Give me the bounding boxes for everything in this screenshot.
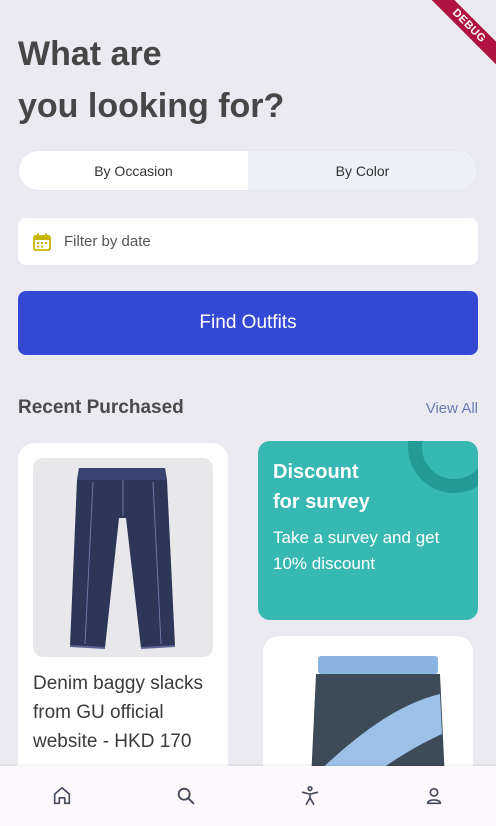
calendar-icon (33, 233, 51, 251)
page-title: What are you looking for? (18, 28, 284, 132)
promo-title-line1: Discount (273, 461, 359, 483)
find-outfits-button[interactable]: Find Outfits (18, 291, 478, 355)
accessibility-icon (301, 786, 319, 806)
promo-title: Discount for survey (273, 457, 370, 517)
page-title-line1: What are (18, 35, 162, 73)
page-title-line2: you looking for? (18, 87, 285, 125)
home-icon (53, 786, 71, 805)
debug-banner: DEBUG (406, 0, 496, 90)
filter-mode-toggle: By Occasion By Color (18, 150, 478, 191)
nav-search[interactable] (156, 776, 216, 816)
denim-pants-image (69, 468, 176, 649)
date-filter-field[interactable]: Filter by date (18, 218, 478, 265)
promo-body: Take a survey and get 10% discount (273, 528, 440, 573)
product-image (33, 458, 213, 657)
promo-title-line2: for survey (273, 491, 370, 513)
bottom-navigation (0, 766, 496, 826)
segment-by-occasion[interactable]: By Occasion (19, 151, 248, 190)
discount-survey-card[interactable]: Discount for survey Take a survey and ge… (258, 441, 478, 620)
product-caption: Denim baggy slacks from GU official webs… (33, 673, 204, 752)
product-card[interactable]: Denim baggy slacks from GU official webs… (18, 443, 228, 803)
segment-by-color[interactable]: By Color (248, 151, 477, 190)
search-icon (177, 787, 195, 805)
view-all-link[interactable]: View All (426, 400, 478, 417)
nav-accessibility[interactable] (280, 776, 340, 816)
recent-purchased-title: Recent Purchased (18, 397, 184, 418)
profile-icon (426, 787, 442, 805)
nav-profile[interactable] (404, 776, 464, 816)
nav-home[interactable] (32, 776, 92, 816)
debug-label: DEBUG (424, 0, 496, 71)
decorative-ring (408, 441, 478, 493)
date-filter-placeholder: Filter by date (64, 233, 151, 250)
